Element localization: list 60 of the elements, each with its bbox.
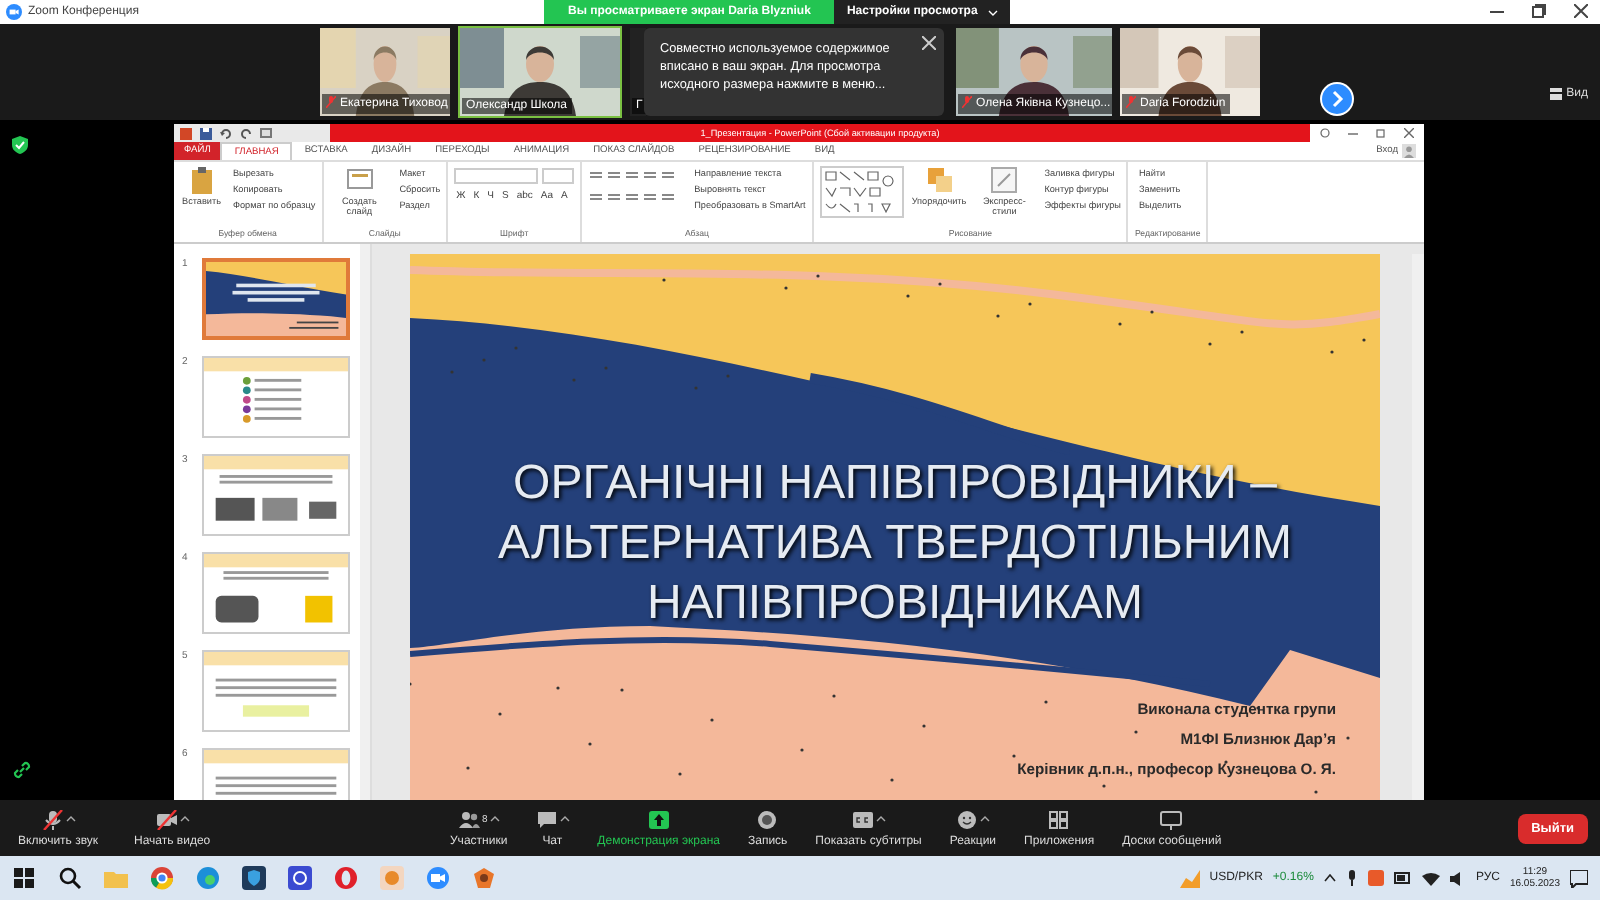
shapes-gallery-drawing[interactable] <box>819 166 904 218</box>
close-icon[interactable] <box>1404 128 1415 138</box>
caret-icon <box>875 816 886 822</box>
smiley-icon <box>955 810 978 830</box>
muted-microphone-icon <box>1126 96 1136 108</box>
chevron-right-icon <box>1320 82 1354 116</box>
clipboard-icon <box>187 166 216 194</box>
app-icon[interactable] <box>472 866 496 890</box>
slide-thumbnail[interactable] <box>202 552 350 634</box>
app-logo-icon <box>180 127 192 139</box>
wifi-icon[interactable] <box>1421 871 1440 885</box>
people-icon <box>457 810 480 830</box>
captions-icon <box>851 810 874 830</box>
record-icon <box>756 810 779 830</box>
video-camera-icon[interactable] <box>426 866 450 890</box>
speaker-icon[interactable] <box>1449 871 1466 885</box>
slide-thumbnail[interactable] <box>202 258 350 340</box>
save-icon[interactable] <box>200 127 212 139</box>
browser-icon[interactable] <box>150 866 174 890</box>
caret-icon <box>489 816 500 822</box>
app-icon[interactable] <box>288 866 312 890</box>
chevron-down-icon <box>987 9 998 15</box>
app-icon[interactable] <box>1367 870 1384 886</box>
help-icon[interactable] <box>1319 128 1330 138</box>
grid-icon <box>1550 88 1563 100</box>
chevron-up-icon[interactable] <box>1323 874 1336 882</box>
close-icon[interactable] <box>1574 4 1588 18</box>
muted-microphone-icon <box>326 96 336 108</box>
notification-icon[interactable] <box>1570 869 1588 887</box>
apps-icon <box>1048 810 1071 830</box>
share-screen-icon <box>647 810 670 830</box>
slide-thumbnail[interactable] <box>202 356 350 438</box>
slideshow-icon[interactable] <box>260 127 272 139</box>
slide-icon <box>345 166 374 194</box>
slide-thumbnail[interactable] <box>202 650 350 732</box>
caret-icon <box>65 816 75 822</box>
video-off-icon <box>155 810 178 830</box>
muted-microphone-icon <box>962 96 972 108</box>
battery-icon[interactable] <box>1393 872 1412 884</box>
whiteboard-icon <box>1160 810 1183 830</box>
font-size-field[interactable] <box>542 168 575 184</box>
slide-thumbnail[interactable] <box>202 454 350 536</box>
link-icon[interactable] <box>12 760 32 780</box>
browser-icon[interactable] <box>196 866 220 890</box>
chat-icon <box>535 810 558 830</box>
caret-icon <box>179 816 190 822</box>
browser-icon[interactable] <box>334 866 358 890</box>
redo-icon[interactable] <box>240 127 252 139</box>
caret-icon <box>979 816 990 822</box>
undo-icon[interactable] <box>220 127 232 139</box>
font-name-field[interactable] <box>454 168 539 184</box>
start-icon[interactable] <box>12 866 36 890</box>
next-page-button[interactable] <box>1320 82 1354 116</box>
microphone-icon[interactable] <box>1345 870 1358 886</box>
muted-microphone-icon <box>41 810 63 830</box>
caret-icon <box>559 816 570 822</box>
restore-icon[interactable] <box>1532 4 1546 18</box>
shield-icon[interactable] <box>12 136 28 154</box>
shapes-icon <box>925 166 954 194</box>
search-icon[interactable] <box>58 866 82 890</box>
